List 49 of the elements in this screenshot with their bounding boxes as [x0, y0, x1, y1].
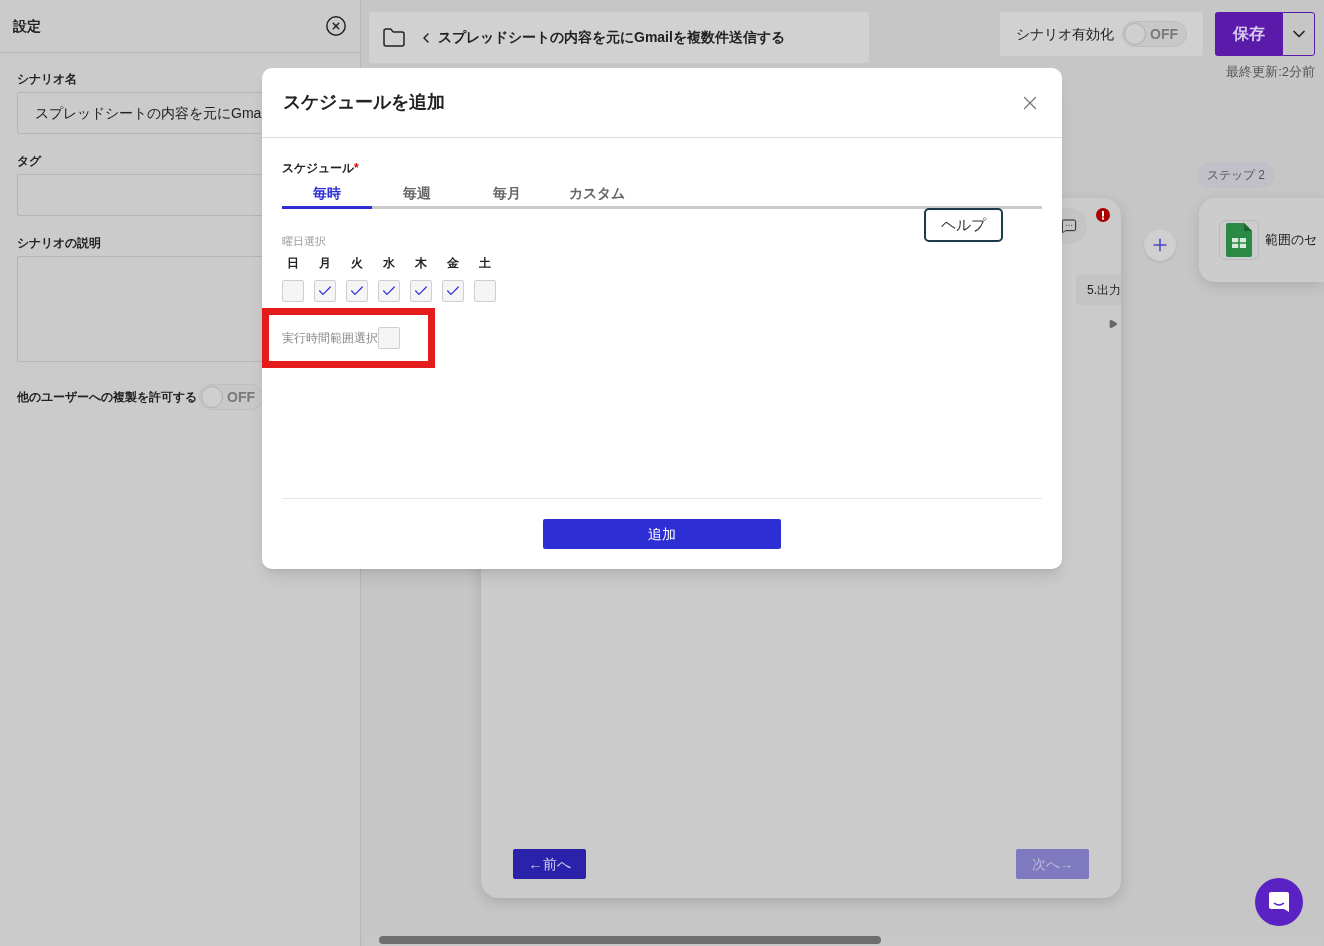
weekday-label: 日: [287, 254, 299, 272]
checkbox[interactable]: [410, 279, 432, 302]
schedule-tab[interactable]: カスタム: [552, 181, 642, 209]
spreadsheet-icon: [1226, 223, 1252, 257]
step-title: 範囲のセ: [1265, 231, 1317, 250]
panel-title: 設定: [13, 16, 41, 36]
toggle-state: OFF: [227, 387, 255, 407]
folder-icon[interactable]: [382, 25, 406, 50]
field-label: シナリオ名: [17, 71, 77, 88]
help-button[interactable]: ヘルプ: [924, 208, 1003, 242]
chat-launcher[interactable]: [1255, 878, 1303, 926]
weekday-label: 月: [319, 254, 331, 272]
checkbox[interactable]: [314, 279, 336, 302]
play-icon[interactable]: [1108, 319, 1118, 329]
previous-button[interactable]: ←前へ: [513, 849, 586, 879]
checkbox[interactable]: [442, 279, 464, 302]
add-button[interactable]: 追加: [543, 519, 781, 549]
schedule-tab[interactable]: 毎週: [372, 181, 462, 209]
step-badge: ステップ 2: [1197, 162, 1275, 188]
field-label: 実行時間範囲選択: [282, 329, 378, 347]
checkbox[interactable]: [282, 279, 304, 302]
field-label: シナリオの説明: [17, 235, 101, 252]
field-label: 曜日選択: [282, 234, 327, 249]
weekday-label: 金: [447, 254, 459, 272]
toggle-label: 他のユーザーへの複製を許可する: [17, 389, 197, 406]
checkbox[interactable]: [378, 279, 400, 302]
schedule-tab[interactable]: 毎月: [462, 181, 552, 209]
toggle-state: OFF: [1150, 24, 1178, 44]
weekday-label: 土: [479, 254, 491, 272]
checkbox[interactable]: [474, 279, 496, 302]
add-step-button[interactable]: [1144, 229, 1176, 261]
error-icon: [1096, 208, 1110, 222]
weekday-label: 水: [383, 254, 395, 272]
variable-chip[interactable]: 5.出力: [1076, 275, 1121, 305]
schedule-tab[interactable]: 毎時: [282, 181, 372, 209]
field-label: スケジュール*: [282, 160, 360, 177]
save-menu-button[interactable]: [1282, 12, 1315, 56]
field-label: タグ: [17, 153, 41, 170]
save-button[interactable]: 保存: [1215, 12, 1282, 56]
scenario-title: スプレッドシートの内容を元にGmailを複数件送信する: [438, 28, 785, 47]
weekday-label: 木: [415, 254, 427, 272]
checkbox[interactable]: [378, 326, 400, 349]
last-updated: 最終更新:2分前: [1226, 63, 1315, 81]
chat-icon: [1268, 891, 1290, 913]
close-icon[interactable]: [325, 15, 347, 37]
toggle-label: シナリオ有効化: [1016, 24, 1114, 44]
weekday-label: 火: [351, 254, 363, 272]
checkbox[interactable]: [346, 279, 368, 302]
comment-icon: [1061, 218, 1077, 234]
